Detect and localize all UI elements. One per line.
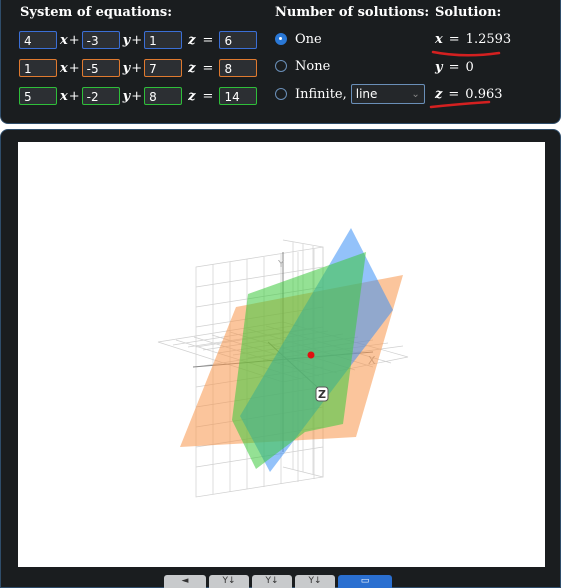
- infinite-type-select[interactable]: line ⌄: [350, 84, 425, 104]
- view-button-1[interactable]: Y↓: [209, 575, 249, 588]
- eq2-coef-y-input[interactable]: -5: [81, 59, 120, 77]
- view-button-2[interactable]: Y↓: [252, 575, 292, 588]
- plot-canvas[interactable]: Y X Z: [18, 142, 545, 567]
- plus-sign: +: [68, 32, 80, 48]
- screenshot-button[interactable]: ▭: [338, 575, 392, 588]
- axis-z-label: Z: [318, 388, 326, 401]
- eq3-coef-y-input[interactable]: -2: [81, 87, 120, 105]
- solution-header: Solution:: [435, 5, 502, 20]
- var-z-label: z: [188, 60, 196, 76]
- solution-point: [307, 351, 315, 359]
- eq2-coef-x-input[interactable]: 1: [19, 59, 57, 77]
- equals-sign: =: [202, 60, 214, 76]
- option-infinite-label: Infinite,: [295, 86, 347, 102]
- infinite-type-value: line: [355, 87, 378, 101]
- eq3-constant-input[interactable]: 14: [219, 87, 258, 105]
- radio-empty-icon: [275, 88, 287, 100]
- equation-row-3: 5 x + -2 y + 8 z = 14: [19, 86, 258, 106]
- option-one-radio[interactable]: One: [275, 29, 322, 49]
- radio-selected-icon: [275, 33, 287, 45]
- eq1-constant-input[interactable]: 6: [219, 31, 258, 49]
- equals-sign: =: [202, 32, 214, 48]
- var-z-label: z: [188, 32, 196, 48]
- annotation-underlines: [429, 50, 501, 109]
- var-x-label: x: [60, 88, 68, 104]
- eq3-coef-z-input[interactable]: 8: [144, 87, 183, 105]
- eq1-coef-x-input[interactable]: 4: [19, 31, 57, 49]
- plus-sign: +: [131, 88, 143, 104]
- eq1-coef-y-input[interactable]: -3: [81, 31, 120, 49]
- plus-sign: +: [68, 60, 80, 76]
- chevron-down-icon: ⌄: [411, 88, 420, 100]
- equation-row-1: 4 x + -3 y + 1 z = 6: [19, 30, 258, 50]
- plot-toolbar: ◄ Y↓ Y↓ Y↓ ▭: [164, 575, 392, 588]
- var-x-label: x: [60, 60, 68, 76]
- equals-sign: =: [202, 88, 214, 104]
- eq1-coef-z-input[interactable]: 1: [144, 31, 183, 49]
- plus-sign: +: [131, 32, 143, 48]
- plus-sign: +: [68, 88, 80, 104]
- radio-empty-icon: [275, 60, 287, 72]
- var-y-label: y: [122, 32, 131, 48]
- axis-y-label: Y: [277, 259, 285, 270]
- option-none-label: None: [295, 58, 331, 74]
- eq2-coef-z-input[interactable]: 7: [144, 59, 183, 77]
- var-y-label: y: [122, 60, 131, 76]
- view-button-3[interactable]: Y↓: [295, 575, 335, 588]
- var-x-label: x: [60, 32, 68, 48]
- eq2-constant-input[interactable]: 8: [219, 59, 258, 77]
- option-one-label: One: [295, 31, 322, 47]
- 3d-plot[interactable]: Y X Z: [18, 142, 545, 567]
- var-y-label: y: [122, 88, 131, 104]
- option-infinite-radio[interactable]: Infinite, line ⌄: [275, 84, 425, 104]
- option-none-radio[interactable]: None: [275, 56, 330, 76]
- solutions-count-header: Number of solutions:: [275, 5, 430, 20]
- equation-panel: System of equations: Number of solutions…: [0, 0, 561, 124]
- var-z-label: z: [188, 88, 196, 104]
- rotate-left-button[interactable]: ◄: [164, 575, 206, 588]
- eq3-coef-x-input[interactable]: 5: [19, 87, 57, 105]
- system-header: System of equations:: [20, 5, 173, 20]
- plus-sign: +: [131, 60, 143, 76]
- equation-row-2: 1 x + -5 y + 7 z = 8: [19, 58, 258, 78]
